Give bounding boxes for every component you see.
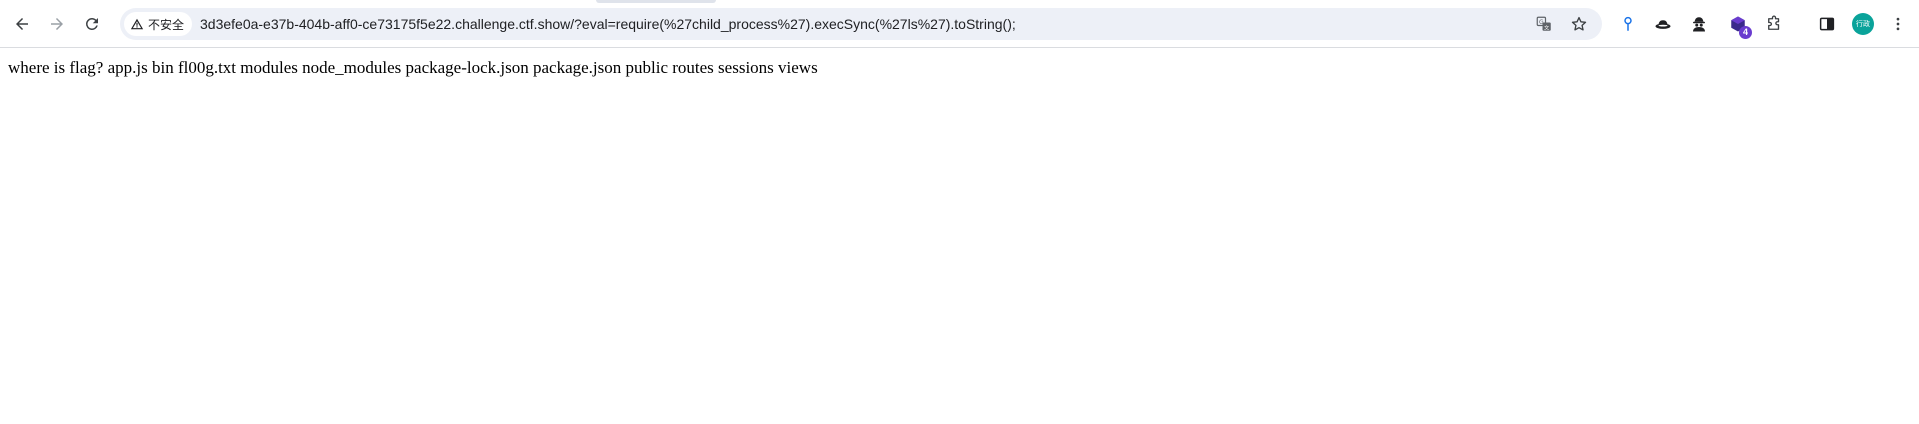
warning-triangle-icon [130,18,144,30]
star-icon [1571,16,1587,31]
translate-icon: G 文 [1536,16,1551,31]
extension-pin-button[interactable] [1616,12,1640,36]
bookmark-button[interactable] [1569,14,1589,34]
address-bar[interactable]: 不安全 3d3efe0a-e37b-404b-aff0-ce73175f5e22… [120,8,1602,40]
hat-icon [1655,20,1671,29]
active-tab-edge [596,0,716,3]
kebab-menu-icon [1896,17,1900,31]
security-indicator[interactable]: 不安全 [124,12,193,36]
security-label: 不安全 [148,17,185,32]
extension-cube-button[interactable]: 4 [1726,12,1752,39]
extensions-menu-button[interactable] [1762,12,1786,36]
arrow-left-icon [16,18,28,30]
browser-toolbar: 不安全 3d3efe0a-e37b-404b-aff0-ce73175f5e22… [0,0,1919,48]
spy-icon [1693,17,1705,32]
reload-icon [85,17,98,30]
page-content: where is flag? app.js bin fl00g.txt modu… [0,48,1919,424]
profile-avatar[interactable]: 行政 [1852,13,1874,35]
page-body-text: where is flag? app.js bin fl00g.txt modu… [8,58,818,77]
translate-button[interactable]: G 文 [1534,14,1554,34]
extension-spy-button[interactable] [1687,12,1711,36]
extension-hat-button[interactable] [1651,12,1675,36]
arrow-right-icon [51,18,63,30]
extension-badge: 4 [1739,26,1752,39]
url-text[interactable]: 3d3efe0a-e37b-404b-aff0-ce73175f5e22.cha… [200,8,1016,40]
side-panel-button[interactable] [1815,12,1839,36]
pin-icon [1624,16,1632,31]
back-button[interactable] [6,8,38,40]
forward-button[interactable] [41,8,73,40]
side-panel-icon [1819,17,1835,31]
puzzle-icon [1768,15,1780,30]
reload-button[interactable] [76,8,108,40]
browser-menu-button[interactable] [1886,12,1910,36]
